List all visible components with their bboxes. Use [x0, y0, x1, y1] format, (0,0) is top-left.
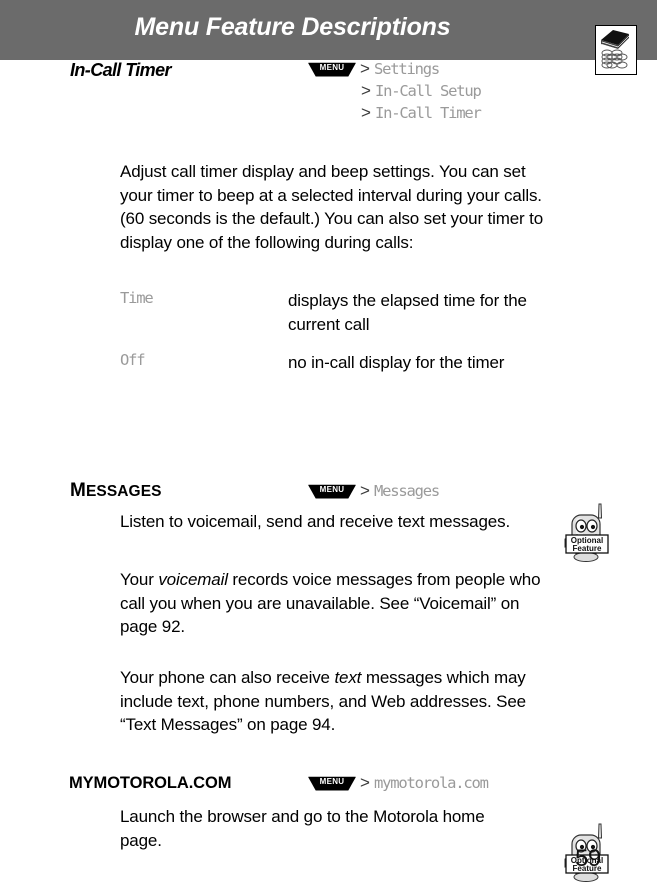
paragraph: Listen to voicemail, send and receive te… [120, 512, 511, 531]
svg-text:Feature: Feature [573, 544, 602, 553]
definition-description: displays the elapsed time for the curren… [288, 291, 527, 334]
definition-description: no in-call display for the timer [288, 353, 505, 372]
menu-path-line: MENU > Settings [308, 58, 481, 80]
menu-separator: > [361, 103, 371, 122]
menu-path-line: > In-Call Timer [308, 102, 482, 124]
paragraph: Adjust call timer display and beep setti… [120, 162, 544, 252]
menu-path-item: Messages [373, 482, 440, 500]
feature-name-in-call-timer: In-Call Timer [70, 60, 172, 80]
definition-term: Off [120, 351, 146, 369]
page-content: In-Call Timer MENU > Settings > In-Call … [0, 58, 657, 895]
menu-path-line: MENU > mymotorola.com [308, 772, 489, 794]
menu-path-mymotorola-com: MENU > mymotorola.com [308, 772, 489, 794]
paragraph: Your phone can also receive text message… [120, 668, 526, 734]
feature-name-initial: M [70, 480, 86, 501]
paragraph: Your voicemail records voice messages fr… [120, 570, 541, 636]
menu-path-item: mymotorola.com [373, 774, 489, 792]
menu-path-item: Settings [373, 60, 440, 78]
section-in-call-timer: In-Call Timer MENU > Settings > In-Call … [0, 58, 657, 372]
menu-separator: > [361, 81, 371, 100]
paragraph: Launch the browser and go to the Motorol… [120, 807, 485, 850]
menu-key-icon[interactable]: MENU [308, 776, 356, 791]
feature-name-remainder: ESSAGES [85, 483, 162, 500]
optional-feature-mascot-icon: Optional Feature [558, 502, 616, 564]
page-title: Menu Feature Descriptions [134, 13, 451, 41]
menu-key-icon[interactable]: MENU [308, 484, 356, 499]
feature-heading-row: In-Call Timer MENU > Settings > In-Call … [0, 58, 657, 140]
menu-separator: > [360, 481, 370, 500]
menu-separator: > [360, 773, 370, 792]
menu-separator: > [360, 59, 370, 78]
menu-path-item: In-Call Timer [374, 104, 482, 122]
menu-path-in-call-timer: MENU > Settings > In-Call Setup > In-Cal… [308, 58, 482, 124]
feature-name-messages: MESSAGES [70, 480, 162, 502]
page-number: 59 [575, 845, 601, 872]
definition-term: Time [120, 289, 154, 307]
menu-path-item: In-Call Setup [374, 82, 482, 100]
menu-path-messages: MENU > Messages [308, 480, 440, 502]
menu-path-line: > In-Call Setup [308, 80, 482, 102]
menu-path-line: MENU > Messages [308, 480, 440, 502]
menu-key-icon[interactable]: MENU [308, 62, 356, 77]
feature-name-mymotorola-com: MYMOTOROLA.COM [69, 774, 232, 792]
